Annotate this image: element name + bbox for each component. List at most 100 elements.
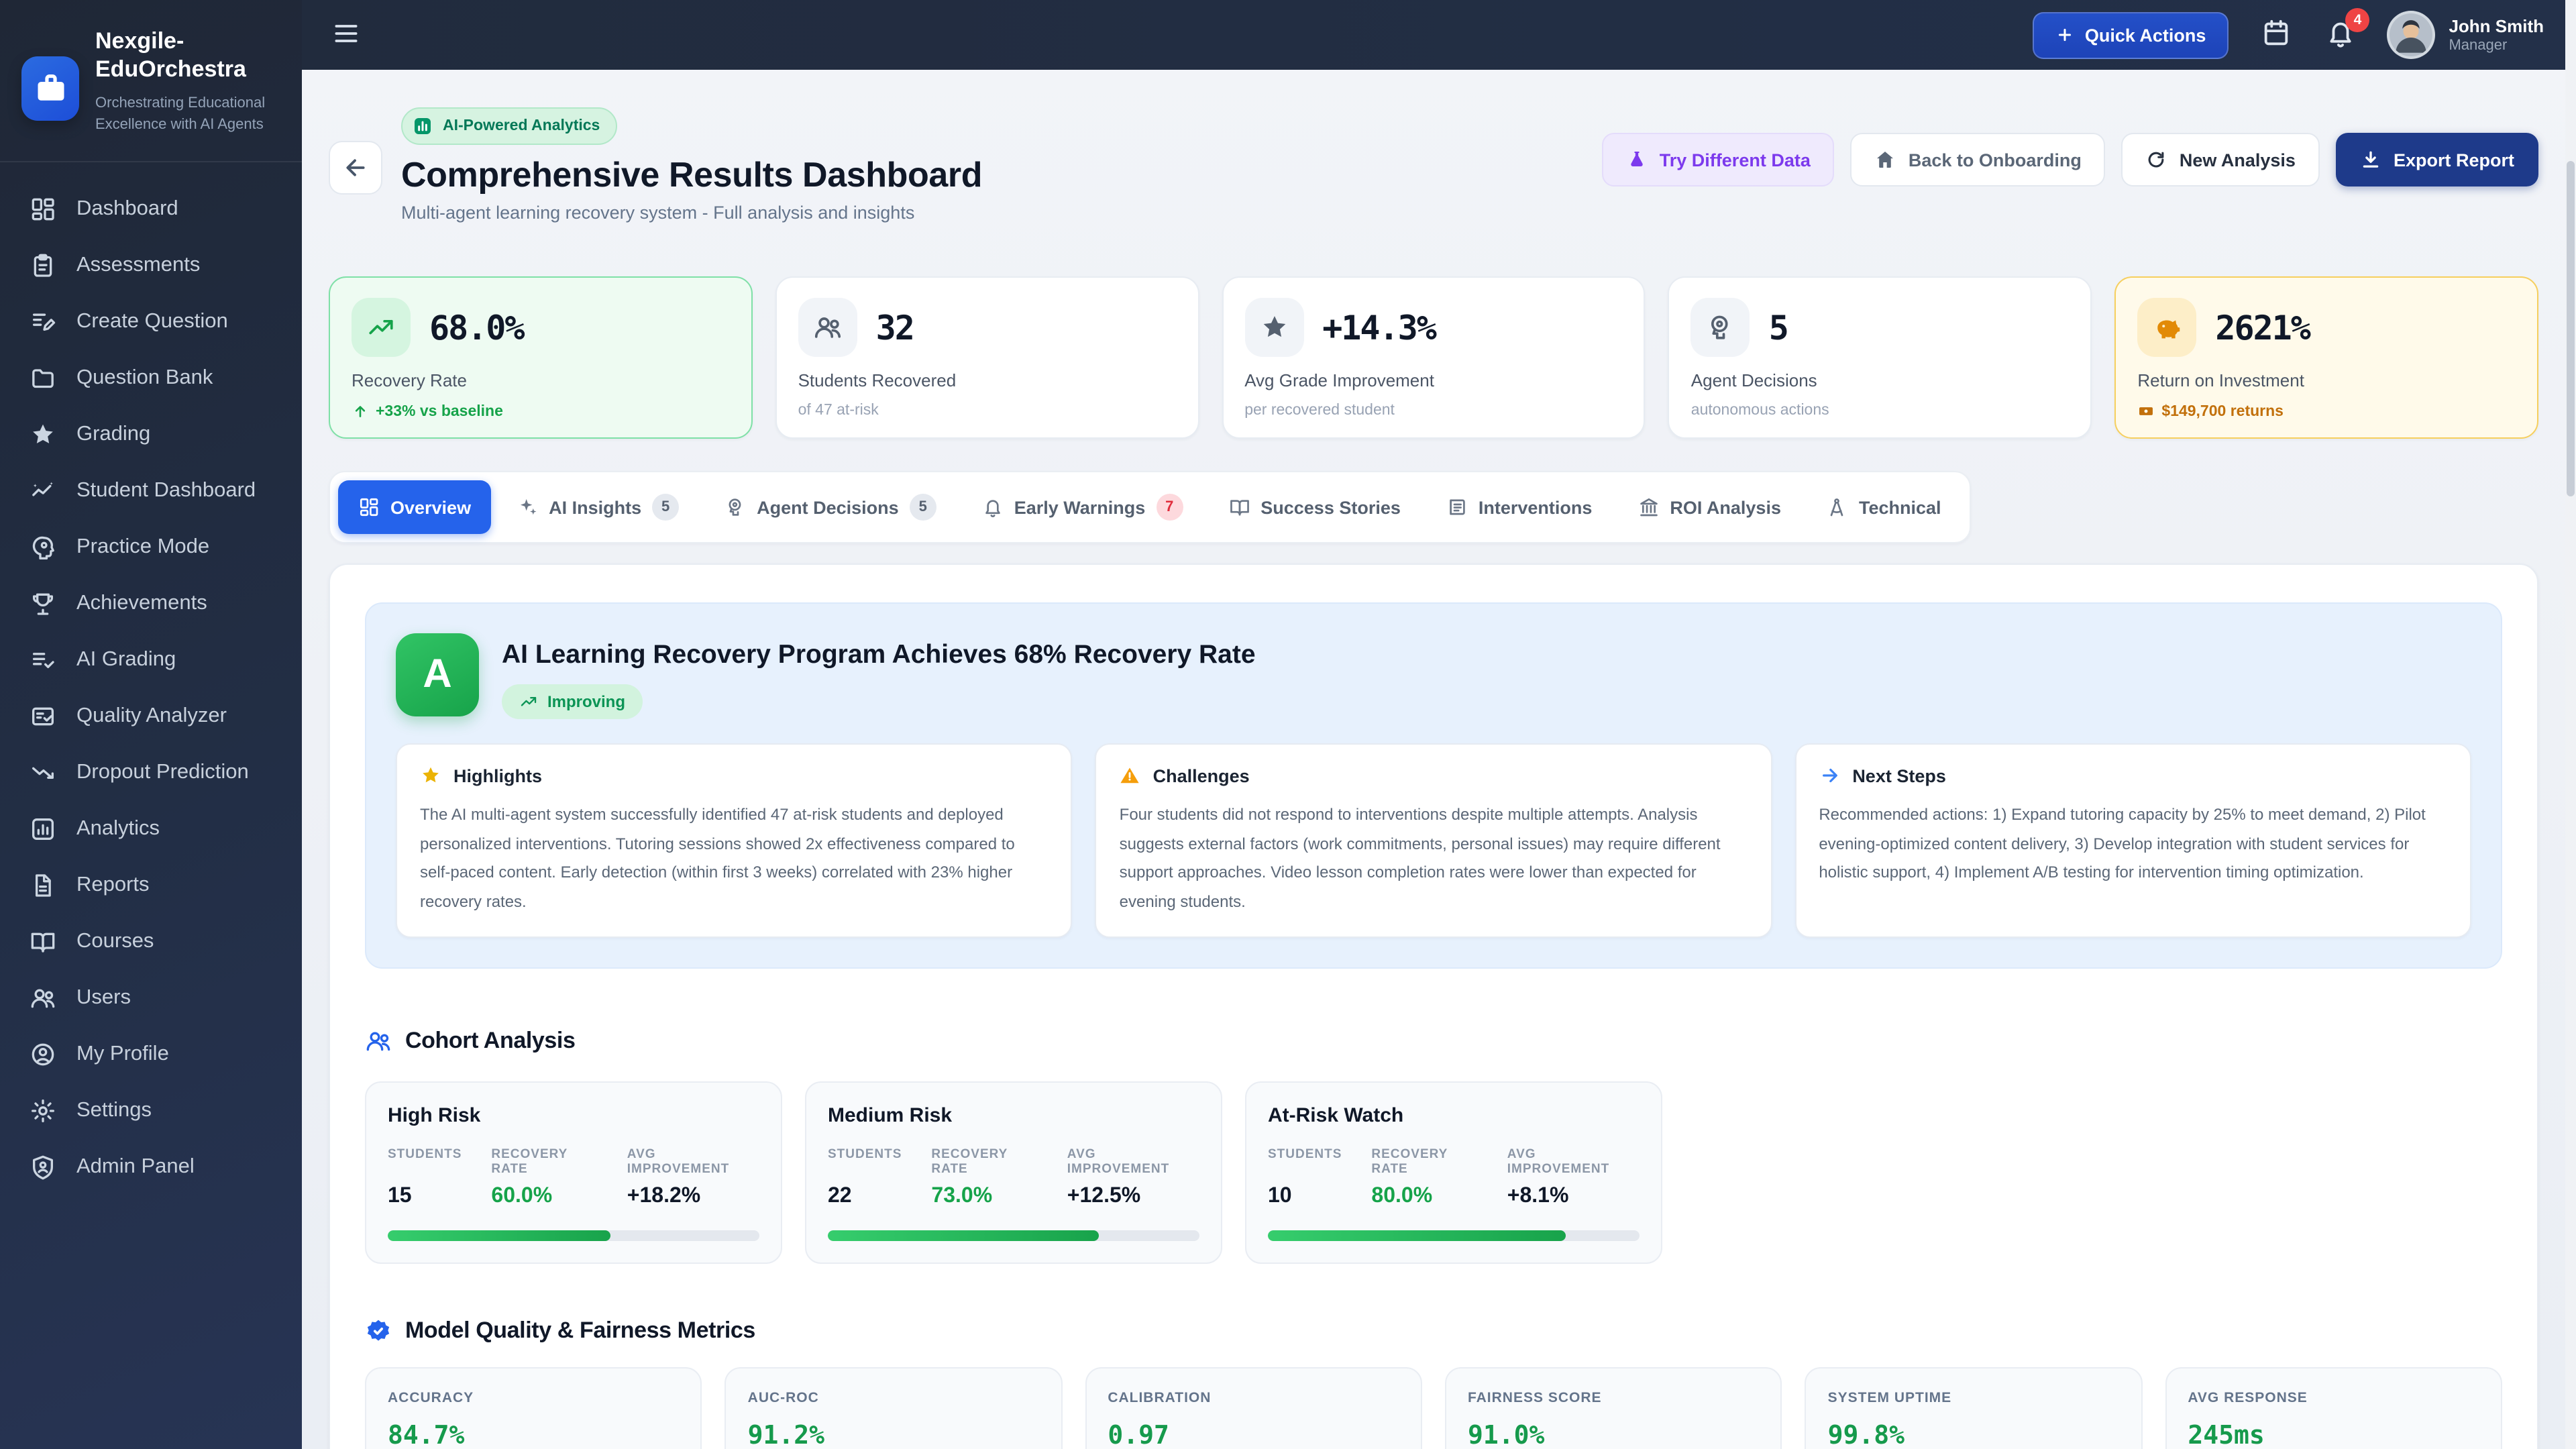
tab-interventions[interactable]: Interventions xyxy=(1426,480,1613,534)
stat-label: Recovery Rate xyxy=(352,370,730,390)
metric-value: 91.2% xyxy=(748,1421,1040,1449)
banknote-icon xyxy=(2137,402,2155,420)
brand: Nexgile-EduOrchestra Orchestrating Educa… xyxy=(0,0,302,162)
cohort-progress-track xyxy=(1268,1231,1640,1242)
scrollbar-thumb[interactable] xyxy=(2567,161,2575,496)
metric-label: SYSTEM UPTIME xyxy=(1828,1391,2120,1407)
metrics-heading-label: Model Quality & Fairness Metrics xyxy=(405,1318,755,1345)
back-button[interactable] xyxy=(329,141,382,195)
sidebar-item-create-question[interactable]: Create Question xyxy=(0,293,302,350)
status-badge: Improving xyxy=(502,684,643,719)
tab-ai-insights[interactable]: AI Insights5 xyxy=(496,480,699,534)
cohort-students: 22 xyxy=(828,1185,902,1210)
cohort-improvement: +8.1% xyxy=(1507,1185,1640,1210)
sidebar-item-quality-analyzer[interactable]: Quality Analyzer xyxy=(0,688,302,744)
sidebar-item-dashboard[interactable]: Dashboard xyxy=(0,180,302,237)
tab-early-warnings[interactable]: Early Warnings7 xyxy=(962,480,1203,534)
tab-success-stories[interactable]: Success Stories xyxy=(1208,480,1421,534)
tab-roi-analysis[interactable]: ROI Analysis xyxy=(1617,480,1801,534)
tab-label: Agent Decisions xyxy=(757,497,899,517)
menu-button[interactable] xyxy=(326,15,366,55)
analytics-icon xyxy=(30,815,56,842)
cohort-students: 15 xyxy=(388,1185,462,1210)
stat-card-agent-decisions: 5Agent Decisionsautonomous actions xyxy=(1668,276,2092,439)
stat-note-text: autonomous actions xyxy=(1691,402,1829,419)
scrollbar[interactable] xyxy=(2565,0,2576,1449)
sidebar-item-grading[interactable]: Grading xyxy=(0,406,302,462)
arrow-left-icon xyxy=(342,154,369,181)
brand-subtitle: Orchestrating Educational Excellence wit… xyxy=(95,92,283,136)
try-different-data-button[interactable]: Try Different Data xyxy=(1602,133,1835,186)
tab-agent-decisions[interactable]: Agent Decisions 5 xyxy=(704,480,957,534)
tab-label: Early Warnings xyxy=(1014,497,1146,517)
sidebar-item-label: Assessments xyxy=(76,253,200,277)
stat-value: 68.0% xyxy=(429,308,524,347)
calendar-icon xyxy=(2260,17,2291,48)
user-menu[interactable]: John Smith Manager xyxy=(2387,11,2544,59)
back-to-onboarding-button[interactable]: Back to Onboarding xyxy=(1851,133,2106,186)
grading-icon xyxy=(30,421,56,447)
stat-card-top: 32 xyxy=(798,298,1177,357)
cohort-students: 10 xyxy=(1268,1185,1342,1210)
tab-badge: 5 xyxy=(910,494,936,521)
export-report-button[interactable]: Export Report xyxy=(2336,133,2538,186)
sidebar-item-label: Users xyxy=(76,985,131,1010)
sidebar-item-reports[interactable]: Reports xyxy=(0,857,302,913)
cohort-recovery: 80.0% xyxy=(1371,1185,1477,1210)
cohort-title: At-Risk Watch xyxy=(1268,1105,1640,1128)
compass-icon xyxy=(1827,496,1848,518)
metric-value: 99.8% xyxy=(1828,1421,2120,1449)
sidebar-item-my-profile[interactable]: My Profile xyxy=(0,1026,302,1082)
assessments-icon xyxy=(30,252,56,278)
user-name: John Smith xyxy=(2449,16,2544,37)
stat-note-text: +33% vs baseline xyxy=(376,403,503,419)
metric-card-system-uptime: SYSTEM UPTIME 99.8% xyxy=(1805,1368,2143,1449)
summary-section-title: Highlights xyxy=(453,765,542,786)
notebook-icon xyxy=(1446,496,1468,518)
sidebar-item-question-bank[interactable]: Question Bank xyxy=(0,350,302,406)
tab-label: Technical xyxy=(1859,497,1941,517)
users-icon xyxy=(813,313,843,342)
tab-technical[interactable]: Technical xyxy=(1807,480,1962,534)
tab-label: Success Stories xyxy=(1260,497,1401,517)
cohort-col-label: STUDENTS xyxy=(1268,1148,1342,1177)
sidebar-item-label: Analytics xyxy=(76,816,160,841)
sidebar-item-admin-panel[interactable]: Admin Panel xyxy=(0,1138,302,1195)
sidebar-item-practice-mode[interactable]: Practice Mode xyxy=(0,519,302,575)
cohort-heading: Cohort Analysis xyxy=(365,1028,2502,1055)
tab-label: ROI Analysis xyxy=(1670,497,1781,517)
courses-icon xyxy=(30,928,56,955)
quick-actions-label: Quick Actions xyxy=(2085,25,2206,45)
stat-value: 5 xyxy=(1769,308,1788,347)
sidebar-item-analytics[interactable]: Analytics xyxy=(0,800,302,857)
cohort-col-label: AVG IMPROVEMENT xyxy=(627,1148,759,1177)
summary-section-header: Highlights xyxy=(420,765,1049,786)
metric-value: 245ms xyxy=(2188,1421,2479,1449)
page-header-text: AI-Powered Analytics Comprehensive Resul… xyxy=(401,107,1583,223)
stat-icon-box xyxy=(1691,298,1750,357)
book-open-icon xyxy=(1228,496,1250,518)
bell-icon xyxy=(982,496,1004,518)
sidebar-item-courses[interactable]: Courses xyxy=(0,913,302,969)
sidebar-item-settings[interactable]: Settings xyxy=(0,1082,302,1138)
calendar-button[interactable] xyxy=(2258,17,2293,52)
header-actions: Try Different Data Back to Onboarding New … xyxy=(1602,133,2538,186)
notifications-button[interactable]: 4 xyxy=(2322,17,2357,52)
stat-card-recovery-rate: 68.0% Recovery Rate +33% vs baseline xyxy=(329,276,753,439)
sidebar-item-users[interactable]: Users xyxy=(0,969,302,1026)
metric-label: AVG RESPONSE xyxy=(2188,1391,2479,1407)
sidebar-item-achievements[interactable]: Achievements xyxy=(0,575,302,631)
summary-section-body: The AI multi-agent system successfully i… xyxy=(420,801,1049,917)
sidebar-item-student-dashboard[interactable]: Student Dashboard xyxy=(0,462,302,519)
stat-label: Avg Grade Improvement xyxy=(1244,370,1623,390)
menu-icon xyxy=(331,18,361,48)
sidebar-item-label: Student Dashboard xyxy=(76,478,256,502)
quick-actions-button[interactable]: Quick Actions xyxy=(2033,11,2229,58)
quality-analyzer-icon xyxy=(30,702,56,729)
new-analysis-button[interactable]: New Analysis xyxy=(2122,133,2320,186)
sidebar-item-dropout-prediction[interactable]: Dropout Prediction xyxy=(0,744,302,800)
sidebar-item-assessments[interactable]: Assessments xyxy=(0,237,302,293)
chart-badge-icon xyxy=(412,115,433,137)
tab-overview[interactable]: Overview xyxy=(338,480,491,534)
sidebar-item-ai-grading[interactable]: AI Grading xyxy=(0,631,302,688)
